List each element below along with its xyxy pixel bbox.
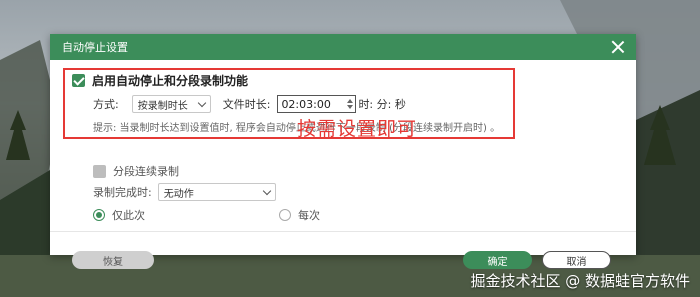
radio-once-row: 仅此次: [93, 207, 145, 223]
chevron-down-icon: [197, 98, 206, 107]
watermark: 掘金技术社区 @ 数据蛙官方软件: [470, 272, 690, 290]
segment-label: 分段连续录制: [113, 165, 179, 178]
annotation-text: 按需设置即可: [297, 118, 418, 140]
dialog-body: 启用自动停止和分段录制功能 方式: 按录制时长 文件时长: 02:03:00 时…: [50, 60, 636, 269]
mode-select-value: 按录制时长: [137, 100, 188, 112]
duration-label: 文件时长:: [222, 98, 271, 111]
mode-label: 方式:: [93, 98, 119, 111]
dialog-titlebar: 自动停止设置: [50, 34, 636, 60]
auto-stop-dialog: 自动停止设置 启用自动停止和分段录制功能 方式: 按录制时长 文件时长: 02:…: [50, 34, 636, 269]
duration-value: 02:03:00: [281, 97, 331, 111]
mode-select[interactable]: 按录制时长: [131, 95, 211, 113]
complete-select-value: 无动作: [163, 188, 194, 200]
radio-every-row: 每次: [279, 207, 320, 223]
segment-row: 分段连续录制: [93, 163, 179, 179]
enable-checkbox[interactable]: [72, 74, 85, 87]
radio-once[interactable]: [93, 209, 105, 221]
chevron-down-icon: [262, 186, 271, 195]
enable-row: 启用自动停止和分段录制功能: [72, 72, 248, 89]
duration-units: 时: 分: 秒: [358, 98, 406, 111]
duration-input[interactable]: 02:03:00: [277, 95, 357, 113]
radio-every-label: 每次: [298, 209, 320, 222]
radio-every[interactable]: [279, 209, 291, 221]
segment-checkbox[interactable]: [93, 164, 106, 178]
complete-row: 录制完成时: 无动作: [93, 183, 276, 201]
mode-row: 方式: 按录制时长 文件时长: 02:03:00 时: 分: 秒: [93, 95, 406, 113]
reset-button[interactable]: 恢复: [72, 251, 154, 269]
close-icon[interactable]: [610, 39, 626, 55]
complete-select[interactable]: 无动作: [157, 183, 276, 201]
footer-divider: [50, 231, 636, 232]
radio-once-label: 仅此次: [112, 209, 145, 222]
enable-label: 启用自动停止和分段录制功能: [92, 74, 249, 88]
cancel-button[interactable]: 取消: [542, 251, 611, 269]
ok-button[interactable]: 确定: [463, 251, 532, 269]
complete-label: 录制完成时:: [93, 186, 152, 199]
spinner-icon[interactable]: [347, 99, 354, 109]
dialog-title: 自动停止设置: [62, 41, 128, 54]
